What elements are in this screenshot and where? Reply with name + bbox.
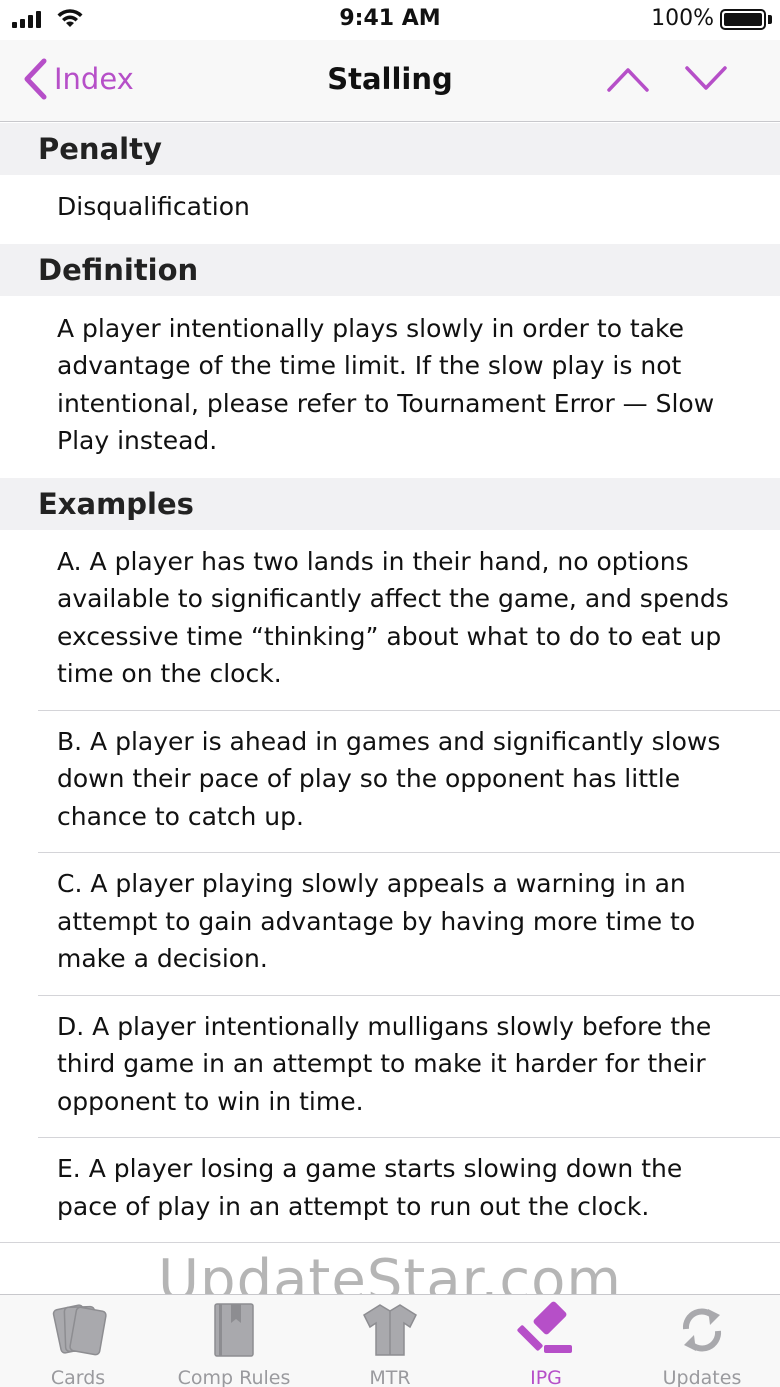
tab-comp-rules[interactable]: Comp Rules <box>156 1301 312 1387</box>
gavel-icon <box>517 1301 572 1353</box>
penalty-header: Penalty <box>0 123 780 175</box>
chevron-up-icon[interactable] <box>606 62 650 96</box>
tab-mtr[interactable]: MTR <box>312 1301 468 1387</box>
tab-updates-label: Updates <box>662 1367 742 1387</box>
content-area[interactable]: Penalty Disqualification Definition A pl… <box>0 123 780 1243</box>
tab-cards[interactable]: Cards <box>0 1301 156 1387</box>
navigation-bar: Index Stalling <box>0 40 780 122</box>
example-item-c: C. A player playing slowly appeals a war… <box>0 852 780 995</box>
chevron-down-icon[interactable] <box>684 62 728 96</box>
tab-bar: Cards Comp Rules MTR IPG Updates <box>0 1294 780 1387</box>
example-item-d: D. A player intentionally mulligans slow… <box>0 994 780 1138</box>
tab-ipg[interactable]: IPG <box>468 1301 624 1387</box>
tab-mtr-label: MTR <box>369 1367 411 1387</box>
examples-header: Examples <box>0 477 780 530</box>
battery-percent: 100% <box>651 6 714 31</box>
cards-icon <box>52 1304 107 1356</box>
tab-comp-rules-label: Comp Rules <box>177 1367 291 1387</box>
example-item-b: B. A player is ahead in games and signif… <box>0 709 780 853</box>
battery-cap <box>768 15 772 24</box>
shirt-icon <box>363 1304 417 1356</box>
book-icon <box>214 1303 254 1357</box>
example-item-a: A. A player has two lands in their hand,… <box>57 546 729 689</box>
example-item-e: E. A player losing a game starts slowing… <box>0 1137 780 1243</box>
status-bar: 9:41 AM 100% <box>0 0 780 40</box>
refresh-icon <box>682 1308 722 1352</box>
battery-icon <box>720 9 766 30</box>
tab-updates[interactable]: Updates <box>624 1301 780 1387</box>
page-title: Stalling <box>327 62 453 96</box>
definition-header: Definition <box>0 243 780 296</box>
tab-cards-label: Cards <box>50 1367 106 1387</box>
definition-body: A player intentionally plays slowly in o… <box>57 313 715 456</box>
penalty-body: Disqualification <box>57 192 250 221</box>
tab-ipg-label: IPG <box>530 1367 562 1387</box>
